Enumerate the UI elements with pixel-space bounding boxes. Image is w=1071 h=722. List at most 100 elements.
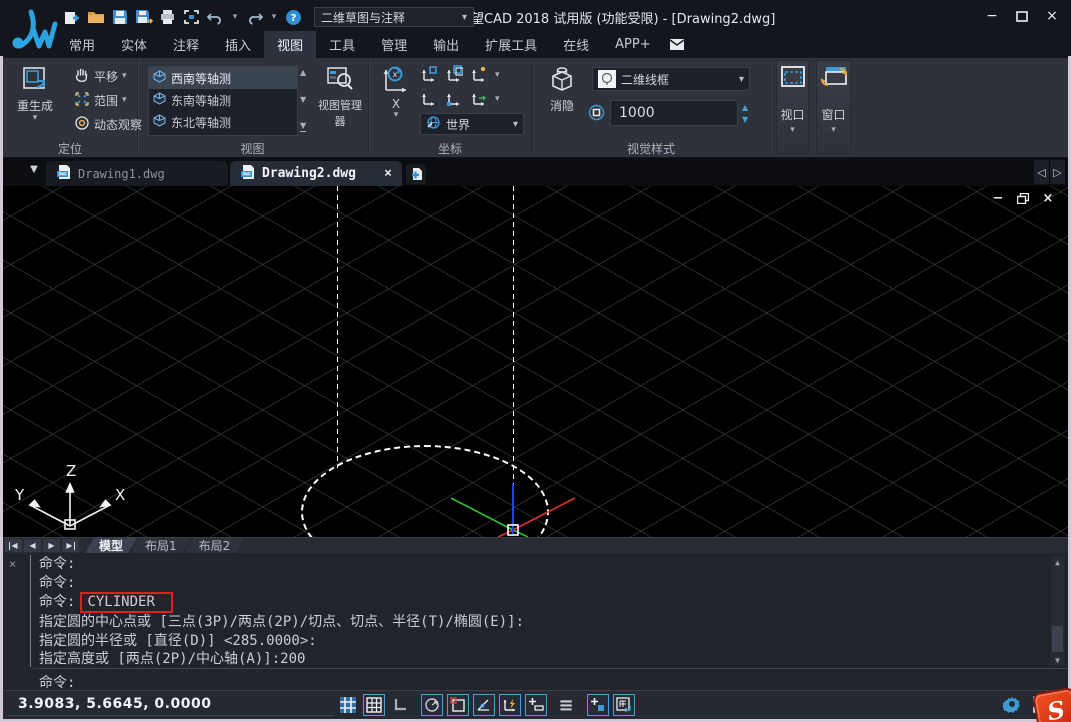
tab-express-tools[interactable]: 扩展工具 <box>472 31 550 58</box>
doc-tab-drawing2[interactable]: DWG Drawing2.dwg × <box>230 161 402 186</box>
undo-chevron-down-icon[interactable]: ▾ <box>230 12 240 22</box>
layout-tab-model[interactable]: 模型 <box>85 538 137 554</box>
mail-icon[interactable] <box>664 31 690 58</box>
save-as-icon[interactable] <box>134 8 153 27</box>
view-item-ne-isometric[interactable]: 东北等轴测 <box>149 111 297 133</box>
pan-button[interactable]: 平移 ▾ <box>74 65 127 87</box>
tab-scroll-left-icon[interactable]: ◁ <box>1034 160 1049 184</box>
window-button[interactable]: 窗口 ▾ <box>816 60 851 154</box>
snap-icon[interactable] <box>337 694 359 716</box>
view-manager-button[interactable]: 视图管理器 <box>314 62 366 129</box>
command-scrollbar[interactable]: ▲ ▼ <box>1051 556 1064 666</box>
settings-gear-icon[interactable] <box>1003 695 1021 717</box>
orbit-button[interactable]: 动态观察 <box>74 113 142 135</box>
polar-tracking-icon[interactable] <box>421 694 443 716</box>
clean-screen-icon[interactable] <box>182 8 201 27</box>
visual-style-select[interactable]: 二维线框 ▾ <box>592 67 750 91</box>
new-file-icon[interactable] <box>62 8 81 27</box>
regen-button[interactable]: 重生成 ▾ <box>8 62 62 122</box>
scroll-down-icon[interactable]: ▼ <box>1051 654 1064 666</box>
tab-solid[interactable]: 实体 <box>108 31 160 58</box>
tab-view[interactable]: 视图 <box>264 31 316 58</box>
scrollbar-thumb[interactable] <box>1052 626 1063 652</box>
chevron-down-icon: ▾ <box>394 111 399 119</box>
tab-close-icon[interactable]: × <box>384 166 392 181</box>
scroll-last-icon[interactable]: ▼ <box>300 121 306 132</box>
lineweight-icon[interactable]: ≡ <box>555 694 577 716</box>
view-item-se-isometric[interactable]: 东南等轴测 <box>149 89 297 111</box>
tab-home[interactable]: 常用 <box>56 31 108 58</box>
ortho-icon[interactable] <box>389 694 411 716</box>
workspace-select[interactable]: 二维草图与注释 ▾ <box>314 7 474 27</box>
help-icon[interactable]: ? <box>284 8 303 27</box>
annotation-visibility-icon[interactable] <box>587 694 609 716</box>
spinner-down-icon[interactable]: ▼ <box>742 116 748 124</box>
drawing-canvas[interactable]: − × <box>3 186 1068 537</box>
svg-text:?: ? <box>291 13 297 24</box>
scroll-down-icon[interactable]: ▼ <box>300 95 306 105</box>
tab-tools[interactable]: 工具 <box>316 31 368 58</box>
ucs-world-icon[interactable] <box>470 65 488 86</box>
chevron-down-icon[interactable]: ▾ <box>495 70 500 80</box>
undo-icon[interactable] <box>206 8 225 27</box>
ucs-named-icon[interactable] <box>420 65 438 86</box>
view-cube-icon <box>153 114 166 130</box>
layout-tab-layout2[interactable]: 布局2 <box>185 538 245 554</box>
wireframe-style-icon <box>598 70 616 88</box>
dynamic-input-icon[interactable] <box>525 694 547 716</box>
spinner-up-icon[interactable]: ▲ <box>742 104 748 112</box>
minimize-icon[interactable]: − <box>981 6 1003 26</box>
ucs-z-axis-icon[interactable] <box>470 89 488 110</box>
print-icon[interactable] <box>158 8 177 27</box>
doc-restore-icon[interactable] <box>1015 190 1031 206</box>
redo-icon[interactable] <box>245 8 264 27</box>
layout-tab-layout1[interactable]: 布局1 <box>131 538 191 554</box>
open-folder-icon[interactable] <box>86 8 105 27</box>
coordinates-readout[interactable]: 3.9083, 5.6645, 0.0000 <box>18 696 211 712</box>
tab-annotate[interactable]: 注释 <box>160 31 212 58</box>
ucs-rotate-x-button[interactable]: x X ▾ <box>378 62 414 119</box>
tab-scroll-right-icon[interactable]: ▷ <box>1050 160 1065 184</box>
viewport-button[interactable]: 视口 ▾ <box>776 60 809 154</box>
doc-minimize-icon[interactable]: − <box>990 190 1006 206</box>
zoom-extents-button[interactable]: 范围 ▾ <box>74 89 127 111</box>
ucs-origin-icon[interactable] <box>445 89 463 110</box>
save-icon[interactable] <box>110 8 129 27</box>
layout-prev-icon[interactable]: ◀ <box>24 539 41 552</box>
layout-last-icon[interactable]: ▶ <box>62 539 79 552</box>
command-prompt[interactable]: 命令: <box>39 672 75 692</box>
chevron-down-icon[interactable]: ▾ <box>495 94 500 104</box>
ucs-previous-icon[interactable] <box>420 89 438 110</box>
layout-next-icon[interactable]: ▶ <box>43 539 60 552</box>
tab-manage[interactable]: 管理 <box>368 31 420 58</box>
divider <box>30 555 31 667</box>
command-close-icon[interactable]: × <box>9 557 16 571</box>
svg-text:x: x <box>393 70 398 79</box>
scroll-up-icon[interactable]: ▲ <box>1051 556 1064 568</box>
close-icon[interactable]: × <box>1041 6 1063 26</box>
doc-close-icon[interactable]: × <box>1040 190 1056 206</box>
ucs-select[interactable]: 世界 ▾ <box>420 113 524 135</box>
object-snap-tracking-icon[interactable] <box>473 694 495 716</box>
tab-app-plus[interactable]: APP+ <box>602 31 663 58</box>
object-snap-icon[interactable] <box>447 694 469 716</box>
zwcad-logo-icon[interactable] <box>6 2 58 56</box>
hide-button[interactable]: 消隐 <box>540 62 584 114</box>
layout-first-icon[interactable]: ◀ <box>5 539 22 552</box>
tab-insert[interactable]: 插入 <box>212 31 264 58</box>
doc-tabs-chevron-down-icon[interactable]: ▼ <box>24 164 44 175</box>
command-line-panel[interactable]: × 命令: 命令: 命令:CYLINDER 指定圆的中心点或 [三点(3P)/两… <box>3 553 1068 690</box>
view-item-sw-isometric[interactable]: 西南等轴测 <box>149 67 297 89</box>
grid-display-icon[interactable] <box>363 694 385 716</box>
tab-output[interactable]: 输出 <box>420 31 472 58</box>
tab-online[interactable]: 在线 <box>550 31 602 58</box>
doc-tab-drawing1[interactable]: DWG Drawing1.dwg <box>46 161 228 186</box>
maximize-icon[interactable] <box>1011 6 1033 26</box>
redo-chevron-down-icon[interactable]: ▾ <box>269 12 279 22</box>
scroll-up-icon[interactable]: ▲ <box>300 68 306 78</box>
dynamic-ucs-icon[interactable] <box>499 694 521 716</box>
ucs-object-icon[interactable] <box>445 65 463 86</box>
annotation-scale-icon[interactable] <box>613 694 635 716</box>
isolines-input[interactable] <box>610 100 738 126</box>
new-tab-icon[interactable] <box>406 164 426 184</box>
